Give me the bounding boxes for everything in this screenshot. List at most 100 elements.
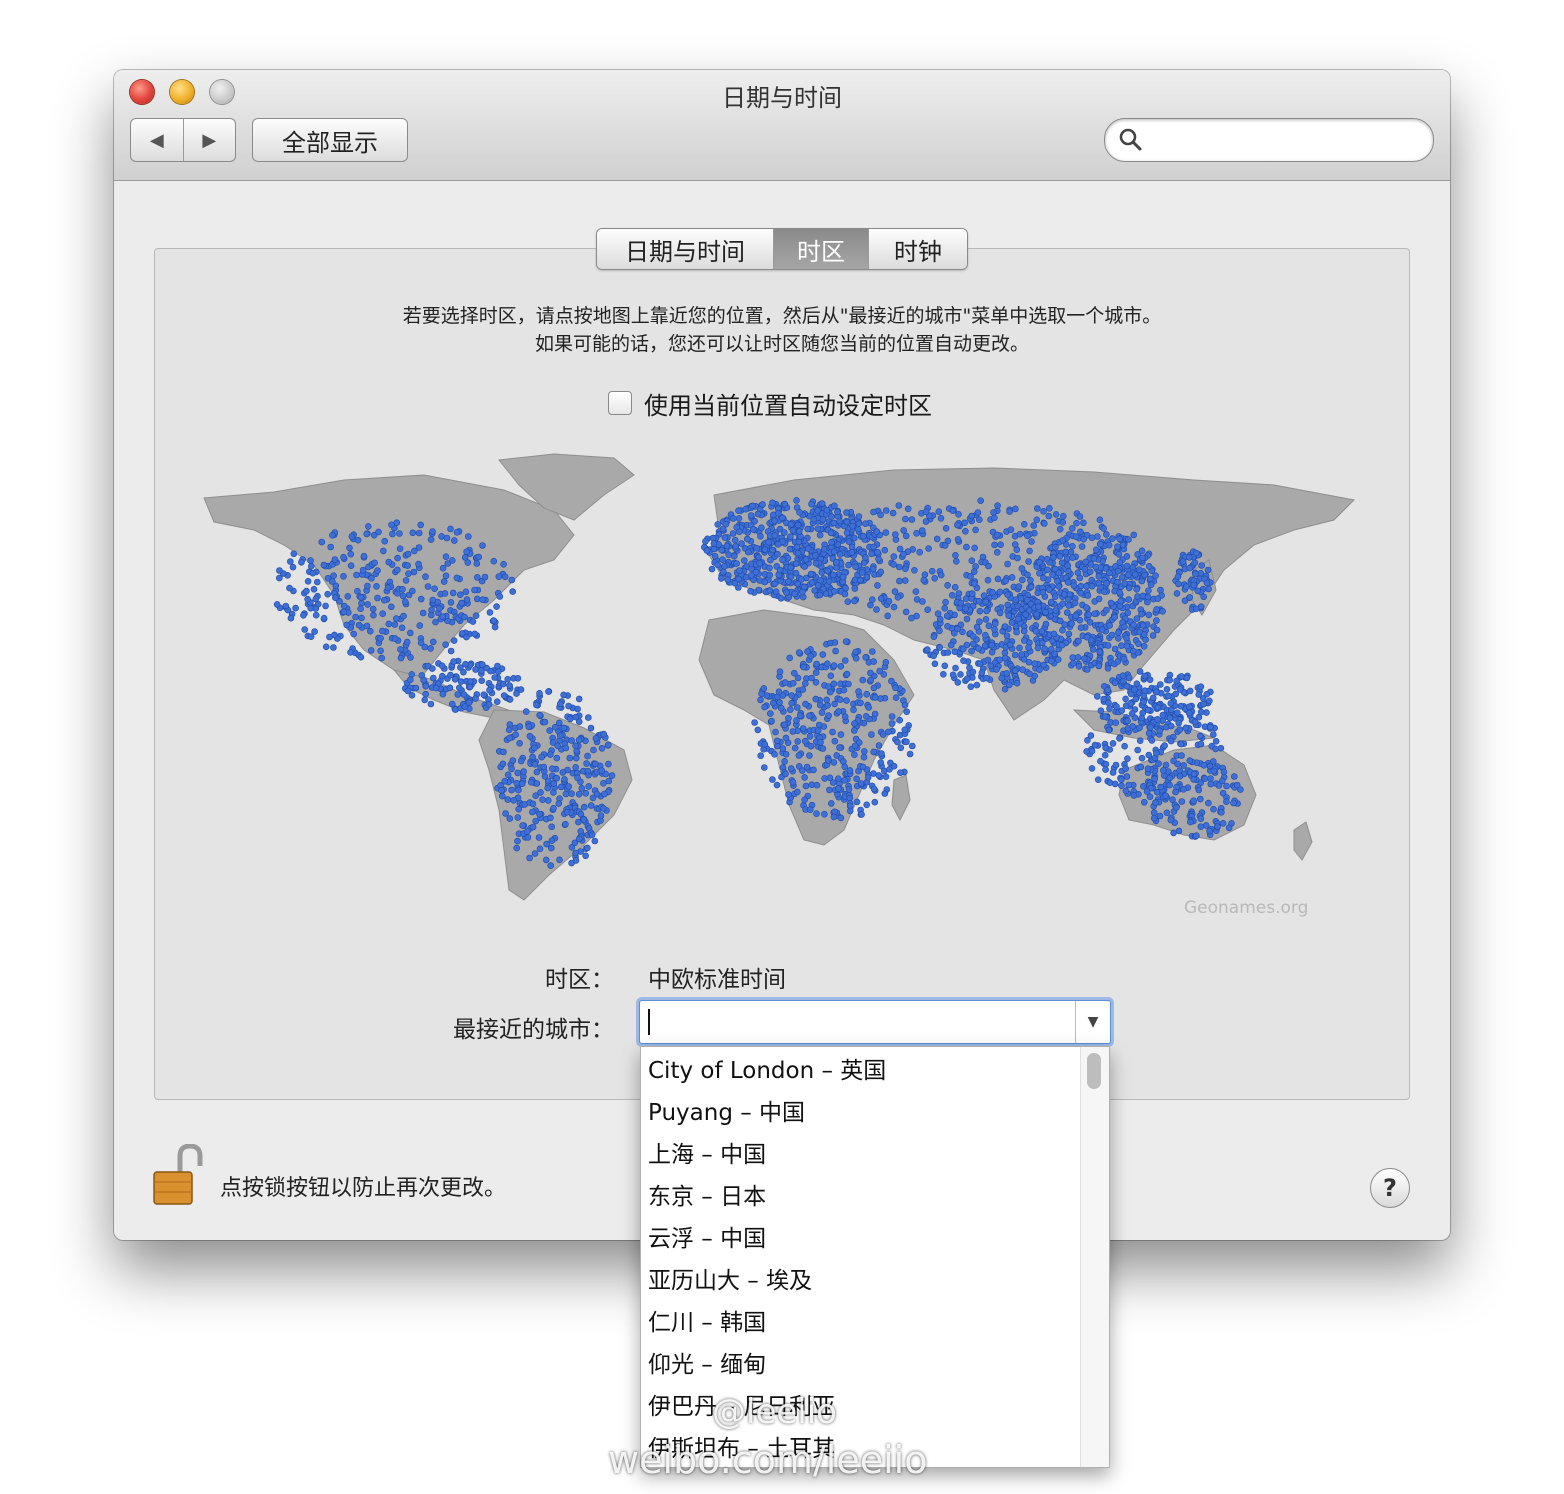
city-dot[interactable] bbox=[1005, 612, 1013, 619]
city-dot[interactable] bbox=[1123, 562, 1131, 570]
city-dot[interactable] bbox=[391, 621, 399, 628]
city-dot[interactable] bbox=[580, 816, 588, 824]
city-dot[interactable] bbox=[1003, 670, 1011, 677]
city-dot[interactable] bbox=[1084, 736, 1091, 744]
city-dot[interactable] bbox=[1060, 591, 1068, 598]
city-dot[interactable] bbox=[600, 804, 607, 812]
city-dot[interactable] bbox=[1034, 644, 1042, 652]
city-dot[interactable] bbox=[572, 742, 579, 750]
city-dot[interactable] bbox=[553, 754, 561, 762]
city-dot[interactable] bbox=[830, 548, 838, 555]
city-dot[interactable] bbox=[807, 570, 815, 578]
city-dot[interactable] bbox=[329, 532, 336, 539]
city-dot[interactable] bbox=[1088, 765, 1096, 772]
city-dot[interactable] bbox=[516, 723, 524, 730]
city-dot[interactable] bbox=[1233, 781, 1241, 789]
city-dot[interactable] bbox=[1082, 604, 1090, 611]
city-dot[interactable] bbox=[442, 553, 450, 560]
city-dot[interactable] bbox=[529, 808, 536, 816]
city-dot[interactable] bbox=[815, 721, 823, 729]
city-dot[interactable] bbox=[757, 752, 765, 760]
city-dot[interactable] bbox=[968, 512, 976, 520]
city-dot[interactable] bbox=[404, 562, 411, 569]
city-dot[interactable] bbox=[364, 601, 371, 608]
city-dot[interactable] bbox=[852, 655, 860, 662]
city-dot[interactable] bbox=[844, 598, 852, 605]
city-dot[interactable] bbox=[1205, 799, 1212, 807]
city-dot[interactable] bbox=[868, 596, 876, 603]
city-dot[interactable] bbox=[742, 505, 750, 513]
city-dot[interactable] bbox=[851, 742, 859, 750]
city-dot[interactable] bbox=[1102, 531, 1110, 538]
city-dot[interactable] bbox=[823, 660, 831, 668]
city-dot[interactable] bbox=[464, 559, 472, 566]
city-dot[interactable] bbox=[829, 571, 837, 579]
city-dot[interactable] bbox=[862, 654, 870, 661]
city-dot[interactable] bbox=[913, 530, 920, 537]
city-dot[interactable] bbox=[1166, 774, 1174, 782]
city-dot[interactable] bbox=[1097, 707, 1105, 715]
city-dot[interactable] bbox=[381, 537, 388, 545]
city-dot[interactable] bbox=[824, 567, 832, 575]
city-dot[interactable] bbox=[1069, 543, 1076, 550]
city-dot[interactable] bbox=[896, 716, 904, 724]
city-dot[interactable] bbox=[826, 786, 833, 794]
city-dot[interactable] bbox=[877, 568, 885, 576]
city-dot[interactable] bbox=[307, 557, 314, 564]
city-dot[interactable] bbox=[1152, 572, 1159, 579]
city-dot[interactable] bbox=[1036, 569, 1043, 577]
city-dot[interactable] bbox=[1040, 520, 1048, 527]
city-dot[interactable] bbox=[1169, 796, 1176, 804]
city-dot[interactable] bbox=[504, 771, 512, 779]
city-dot[interactable] bbox=[996, 609, 1004, 617]
city-dot[interactable] bbox=[853, 798, 861, 806]
city-dot[interactable] bbox=[894, 738, 901, 746]
city-dot[interactable] bbox=[991, 541, 998, 549]
city-dot[interactable] bbox=[1212, 745, 1219, 753]
city-dot[interactable] bbox=[1123, 682, 1131, 690]
city-dot[interactable] bbox=[407, 629, 414, 637]
city-dot[interactable] bbox=[1146, 575, 1154, 583]
city-dot[interactable] bbox=[890, 561, 898, 568]
city-dot[interactable] bbox=[575, 695, 583, 703]
city-dot[interactable] bbox=[577, 827, 585, 835]
city-dot[interactable] bbox=[852, 648, 860, 656]
city-dot[interactable] bbox=[993, 549, 1001, 556]
city-dot[interactable] bbox=[380, 547, 387, 555]
city-dot[interactable] bbox=[1132, 695, 1140, 703]
city-dot[interactable] bbox=[996, 588, 1004, 596]
city-dot[interactable] bbox=[863, 690, 871, 698]
city-dot[interactable] bbox=[369, 605, 377, 613]
city-dot[interactable] bbox=[1069, 659, 1077, 667]
city-dot[interactable] bbox=[388, 603, 395, 611]
city-dot[interactable] bbox=[864, 774, 872, 781]
city-dot[interactable] bbox=[1101, 713, 1109, 720]
city-dot[interactable] bbox=[600, 730, 608, 738]
city-dot[interactable] bbox=[438, 662, 446, 670]
city-dot[interactable] bbox=[520, 768, 527, 775]
city-dot[interactable] bbox=[506, 815, 514, 822]
city-dot[interactable] bbox=[531, 744, 538, 752]
city-dot[interactable] bbox=[982, 616, 990, 623]
city-dot[interactable] bbox=[1186, 703, 1193, 711]
city-dot[interactable] bbox=[1138, 610, 1145, 618]
city-option[interactable]: 云浮 – 中国 bbox=[641, 1215, 1109, 1257]
city-dot[interactable] bbox=[367, 647, 375, 654]
city-dot[interactable] bbox=[851, 597, 858, 605]
city-dot[interactable] bbox=[398, 624, 406, 632]
city-dot[interactable] bbox=[1109, 535, 1116, 542]
city-dot[interactable] bbox=[388, 521, 395, 529]
city-dot[interactable] bbox=[1014, 554, 1021, 562]
city-dot[interactable] bbox=[320, 614, 328, 622]
city-dot[interactable] bbox=[1139, 592, 1147, 600]
city-dot[interactable] bbox=[282, 602, 290, 610]
city-dot[interactable] bbox=[311, 628, 318, 635]
city-dot[interactable] bbox=[1124, 717, 1132, 725]
city-dot[interactable] bbox=[1138, 714, 1146, 722]
city-dot[interactable] bbox=[330, 644, 337, 651]
city-dot[interactable] bbox=[1070, 582, 1078, 589]
city-dot[interactable] bbox=[1092, 546, 1100, 554]
city-dot[interactable] bbox=[882, 529, 890, 536]
city-dot[interactable] bbox=[749, 502, 756, 510]
city-dot[interactable] bbox=[877, 511, 884, 519]
